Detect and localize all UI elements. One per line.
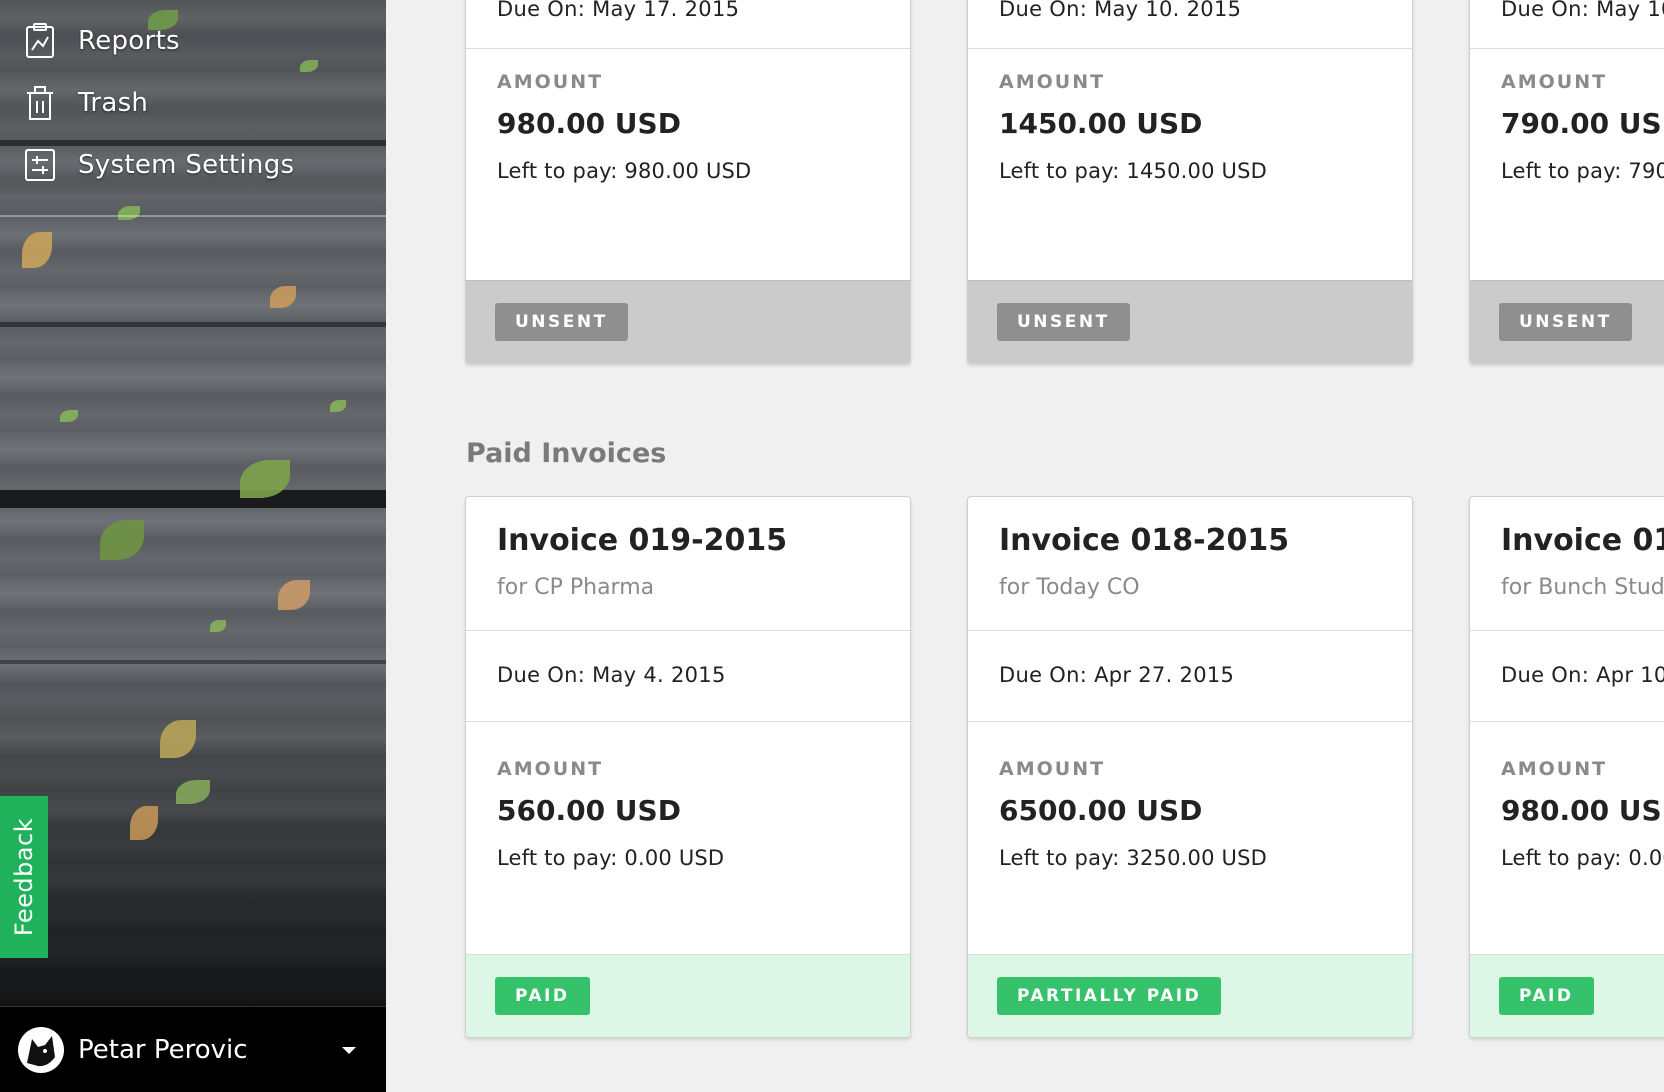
invoice-card[interactable]: Due On: May 10 AMOUNT 790.00 USD Left to… [1469,0,1664,364]
sidebar-divider [0,215,386,217]
title-section: Invoice 018-2015 for Today CO [968,497,1412,631]
sidebar-item-trash[interactable]: Trash [24,81,364,125]
left-to-pay: Left to pay: 1450.00 USD [999,159,1267,183]
due-date: Due On: May 10. 2015 [999,0,1242,21]
sidebar-item-reports[interactable]: Reports [24,19,364,63]
due-date: Due On: Apr 10. [1501,663,1664,687]
status-badge[interactable]: PAID [1499,977,1594,1015]
left-to-pay: Left to pay: 790 [1501,159,1664,183]
invoice-card[interactable]: Invoice 019-2015 for CP Pharma Due On: M… [465,496,911,1038]
left-to-pay: Left to pay: 980.00 USD [497,159,752,183]
amount-label: AMOUNT [497,758,604,780]
amount-value: 980.00 USD [1501,794,1664,827]
amount-value: 790.00 USD [1501,107,1664,140]
due-section: Due On: May 17. 2015 [466,0,910,49]
invoice-card[interactable]: Due On: May 10. 2015 AMOUNT 1450.00 USD … [967,0,1413,364]
status-badge[interactable]: PARTIALLY PAID [997,977,1222,1015]
cat-avatar-icon [18,1027,64,1073]
chevron-down-icon[interactable] [342,1047,356,1054]
invoice-client: for CP Pharma [497,575,655,600]
sidebar: Reports Trash System Settings Feedback P… [0,0,386,1092]
leaf-decoration [176,780,210,804]
due-section: Due On: May 10. 2015 [968,0,1412,49]
amount-value: 980.00 USD [497,107,681,140]
amount-value: 560.00 USD [497,794,681,827]
title-section: Invoice 017 for Bunch Studi [1470,497,1664,631]
status-badge[interactable]: UNSENT [1499,303,1632,341]
card-footer: PAID [466,954,910,1037]
settings-icon [24,147,56,183]
title-section: Invoice 019-2015 for CP Pharma [466,497,910,631]
card-footer: UNSENT [1470,280,1664,363]
card-footer: PARTIALLY PAID [968,954,1412,1037]
amount-value: 1450.00 USD [999,107,1203,140]
left-to-pay: Left to pay: 0.00 USD [497,846,725,870]
left-to-pay: Left to pay: 0.00 [1501,846,1664,870]
invoice-title: Invoice 018-2015 [999,523,1290,558]
sidebar-item-label: Reports [78,26,180,56]
card-footer: UNSENT [466,280,910,363]
amount-section: AMOUNT 6500.00 USD Left to pay: 3250.00 … [968,722,1412,955]
left-to-pay: Left to pay: 3250.00 USD [999,846,1267,870]
amount-label: AMOUNT [999,71,1106,93]
leaf-decoration [22,232,52,268]
amount-label: AMOUNT [999,758,1106,780]
due-section: Due On: Apr 10. [1470,631,1664,722]
sidebar-item-label: Trash [78,88,149,118]
amount-label: AMOUNT [497,71,604,93]
invoice-card[interactable]: Due On: May 17. 2015 AMOUNT 980.00 USD L… [465,0,911,364]
reports-icon [24,23,56,59]
status-badge[interactable]: UNSENT [997,303,1130,341]
sidebar-item-system-settings[interactable]: System Settings [24,143,364,187]
invoice-title: Invoice 017 [1501,523,1664,558]
invoice-client: for Bunch Studi [1501,575,1664,600]
leaf-decoration [130,806,158,840]
status-badge[interactable]: PAID [495,977,590,1015]
wood-texture [0,322,386,327]
due-date: Due On: Apr 27. 2015 [999,663,1235,687]
amount-section: AMOUNT 1450.00 USD Left to pay: 1450.00 … [968,49,1412,281]
user-name: Petar Perovic [78,1035,248,1065]
invoice-card[interactable]: Invoice 017 for Bunch Studi Due On: Apr … [1469,496,1664,1038]
leaf-decoration [270,286,296,308]
leaf-decoration [330,400,346,412]
status-badge[interactable]: UNSENT [495,303,628,341]
leaf-decoration [278,580,310,610]
amount-section: AMOUNT 790.00 USD Left to pay: 790 [1470,49,1664,281]
feedback-button[interactable]: Feedback [0,796,48,958]
wood-texture [0,660,386,664]
amount-section: AMOUNT 980.00 USD Left to pay: 980.00 US… [466,49,910,281]
leaf-decoration [100,520,144,560]
leaf-decoration [210,620,226,632]
due-date: Due On: May 4. 2015 [497,663,726,687]
card-footer: UNSENT [968,280,1412,363]
invoice-client: for Today CO [999,575,1140,600]
due-date: Due On: May 17. 2015 [497,0,740,21]
amount-label: AMOUNT [1501,758,1608,780]
invoice-title: Invoice 019-2015 [497,523,788,558]
amount-section: AMOUNT 560.00 USD Left to pay: 0.00 USD [466,722,910,955]
user-menu[interactable]: Petar Perovic [0,1006,386,1092]
leaf-decoration [60,410,78,422]
section-title-paid-invoices: Paid Invoices [466,438,667,469]
amount-label: AMOUNT [1501,71,1608,93]
amount-value: 6500.00 USD [999,794,1203,827]
amount-section: AMOUNT 980.00 USD Left to pay: 0.00 [1470,722,1664,955]
due-date: Due On: May 10 [1501,0,1664,21]
due-section: Due On: Apr 27. 2015 [968,631,1412,722]
sidebar-item-label: System Settings [78,150,295,180]
feedback-label: Feedback [10,817,39,937]
due-section: Due On: May 10 [1470,0,1664,49]
trash-icon [24,85,56,121]
invoice-card[interactable]: Invoice 018-2015 for Today CO Due On: Ap… [967,496,1413,1038]
card-footer: PAID [1470,954,1664,1037]
leaf-decoration [118,206,140,220]
wood-texture [0,490,386,508]
due-section: Due On: May 4. 2015 [466,631,910,722]
leaf-decoration [160,720,196,758]
